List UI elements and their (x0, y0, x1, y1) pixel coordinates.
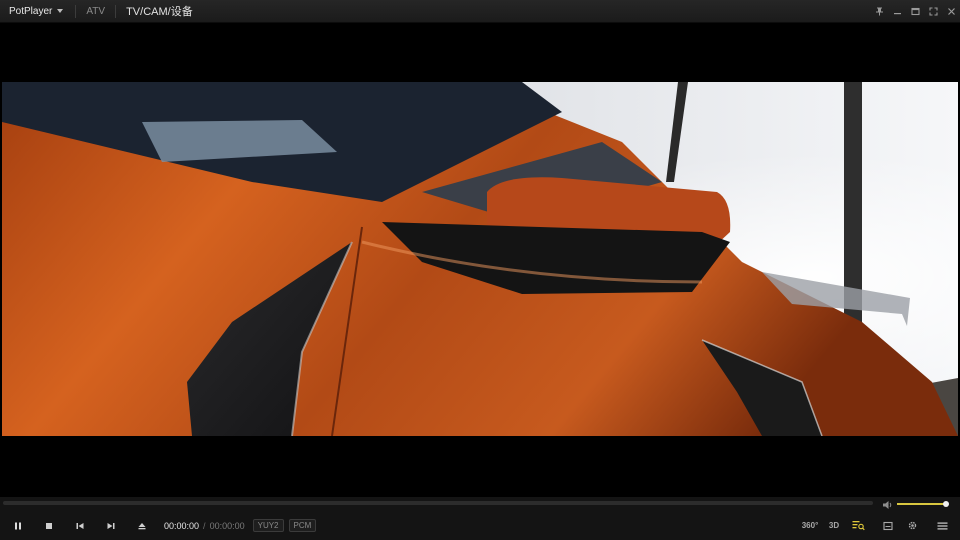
close-icon (947, 8, 955, 15)
title-bar: PotPlayer ATV TV/CAM/设备 (0, 0, 960, 23)
speaker-icon (883, 501, 892, 509)
eject-icon (138, 522, 145, 529)
playlist-button[interactable] (846, 511, 870, 540)
3d-icon: 3D (828, 521, 840, 530)
close-button[interactable] (942, 0, 960, 23)
settings-button[interactable] (900, 511, 924, 540)
control-bar: 00:00:00 / 00:00:00 YUY2 PCM 360° 3D (0, 511, 960, 540)
volume-knob[interactable] (942, 501, 949, 507)
app-menu-button[interactable]: PotPlayer (0, 0, 69, 23)
minimize-button[interactable] (888, 0, 906, 23)
previous-icon (76, 522, 83, 529)
window-controls (870, 0, 960, 23)
video-format-badge[interactable]: YUY2 (252, 519, 284, 532)
next-icon (107, 522, 114, 529)
tab-atv[interactable]: ATV (82, 6, 109, 17)
minimize-icon (893, 13, 901, 15)
volume-slider[interactable] (897, 501, 949, 507)
fullscreen-button[interactable] (924, 0, 942, 23)
right-controls: 360° 3D (798, 511, 960, 540)
seek-row (0, 497, 960, 511)
maximize-button[interactable] (906, 0, 924, 23)
main-menu-button[interactable] (930, 511, 954, 540)
3d-button[interactable]: 3D (822, 511, 846, 540)
time-display: 00:00:00 / 00:00:00 (164, 521, 245, 531)
tab-tv-cam-device[interactable]: TV/CAM/设备 (122, 3, 197, 19)
video-frame-image (2, 82, 958, 436)
hamburger-menu-icon (937, 522, 947, 529)
maximize-icon (910, 7, 920, 16)
pin-icon (875, 7, 883, 16)
seek-bar[interactable] (3, 501, 873, 505)
stop-icon (45, 522, 52, 529)
eject-button[interactable] (126, 511, 157, 540)
gear-icon (908, 521, 916, 530)
stop-button[interactable] (33, 511, 64, 540)
current-time: 00:00:00 (164, 520, 200, 531)
pause-button[interactable] (2, 511, 33, 540)
previous-button[interactable] (64, 511, 95, 540)
screen-icon (883, 521, 893, 530)
audio-format-badge[interactable]: PCM (288, 519, 317, 532)
next-button[interactable] (95, 511, 126, 540)
vr360-button[interactable]: 360° (798, 511, 822, 540)
chevron-down-icon (57, 9, 64, 13)
time-separator: / (203, 520, 206, 531)
subtitle-button[interactable] (876, 511, 900, 540)
fullscreen-icon (928, 7, 938, 16)
playlist-search-icon (852, 521, 865, 531)
title-separator (75, 4, 77, 18)
pin-button[interactable] (870, 0, 888, 23)
total-time: 00:00:00 (209, 520, 245, 531)
vr360-icon: 360° (801, 521, 819, 530)
volume-level (897, 503, 946, 505)
title-separator (115, 4, 117, 18)
app-name: PotPlayer (9, 5, 53, 17)
pause-icon (14, 522, 21, 529)
volume-button[interactable] (882, 498, 894, 510)
video-display[interactable] (2, 82, 958, 436)
